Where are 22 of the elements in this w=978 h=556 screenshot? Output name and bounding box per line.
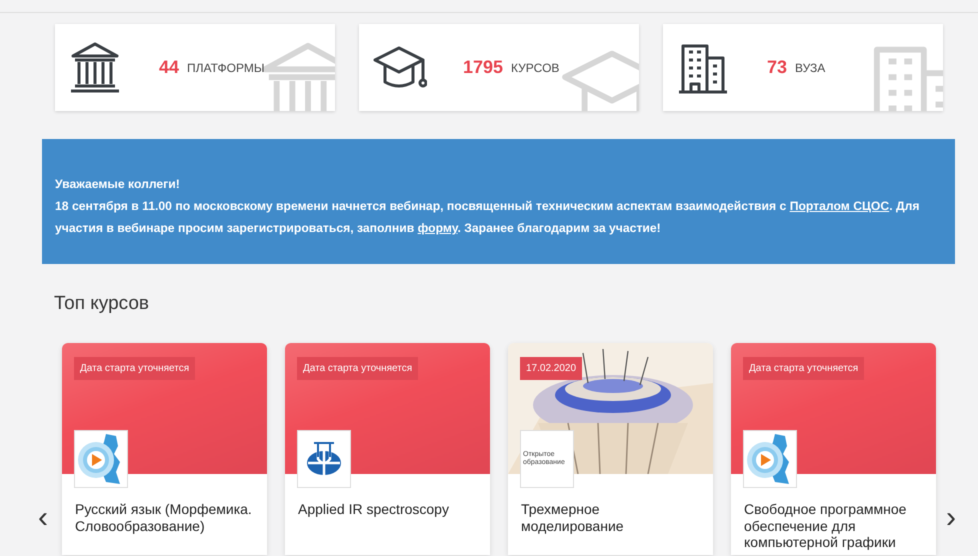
course-title: Русский язык (Морфемика. Словообразование): [74, 500, 253, 534]
notice-title: Уважаемые коллеги!: [55, 176, 181, 193]
stat-label: ПЛАТФОРМЫ: [187, 60, 264, 76]
course-card[interactable]: Дата старта уточняется Русский язык (Морфемика. Словообразование): [62, 343, 267, 555]
link[interactable]: форму: [418, 221, 458, 235]
course-title: Applied IR spectroscopy: [297, 500, 450, 518]
course-card[interactable]: Дата старта уточняется Свободное программное обеспечение для компьютерной графики: [731, 343, 936, 555]
stat-number: 44: [159, 56, 180, 79]
date-badge: Дата старта уточняется: [74, 357, 196, 380]
date-badge: Дата старта уточняется: [297, 357, 418, 380]
section-title: Топ курсов: [54, 292, 150, 316]
stat-label: ВУЗА: [795, 60, 826, 76]
stat-number: 1795: [463, 56, 504, 79]
stat-number: 73: [767, 56, 788, 79]
link[interactable]: Порталом СЦОС: [790, 199, 890, 213]
stat-label: КУРСОВ: [511, 60, 560, 76]
course-card[interactable]: Дата старта уточняется Applied IR spectroscopy: [285, 343, 490, 555]
date-badge: 17.02.2020: [520, 357, 582, 380]
course-title: Свободное программное обеспечение для компьютерной графики: [743, 500, 908, 550]
notice-text: 18 сентября в 11.00 по московскому времени начнется вебинар, посвященный техническим аспектам взаимодействия с Порталом СЦОС. Для участия в вебинаре просим зарегистрироваться, заполнив форму. Заранее благодарим за участие!: [55, 198, 920, 237]
date-badge: Дата старта уточняется: [743, 357, 864, 380]
course-title: Трехмерное моделирование: [520, 500, 625, 534]
